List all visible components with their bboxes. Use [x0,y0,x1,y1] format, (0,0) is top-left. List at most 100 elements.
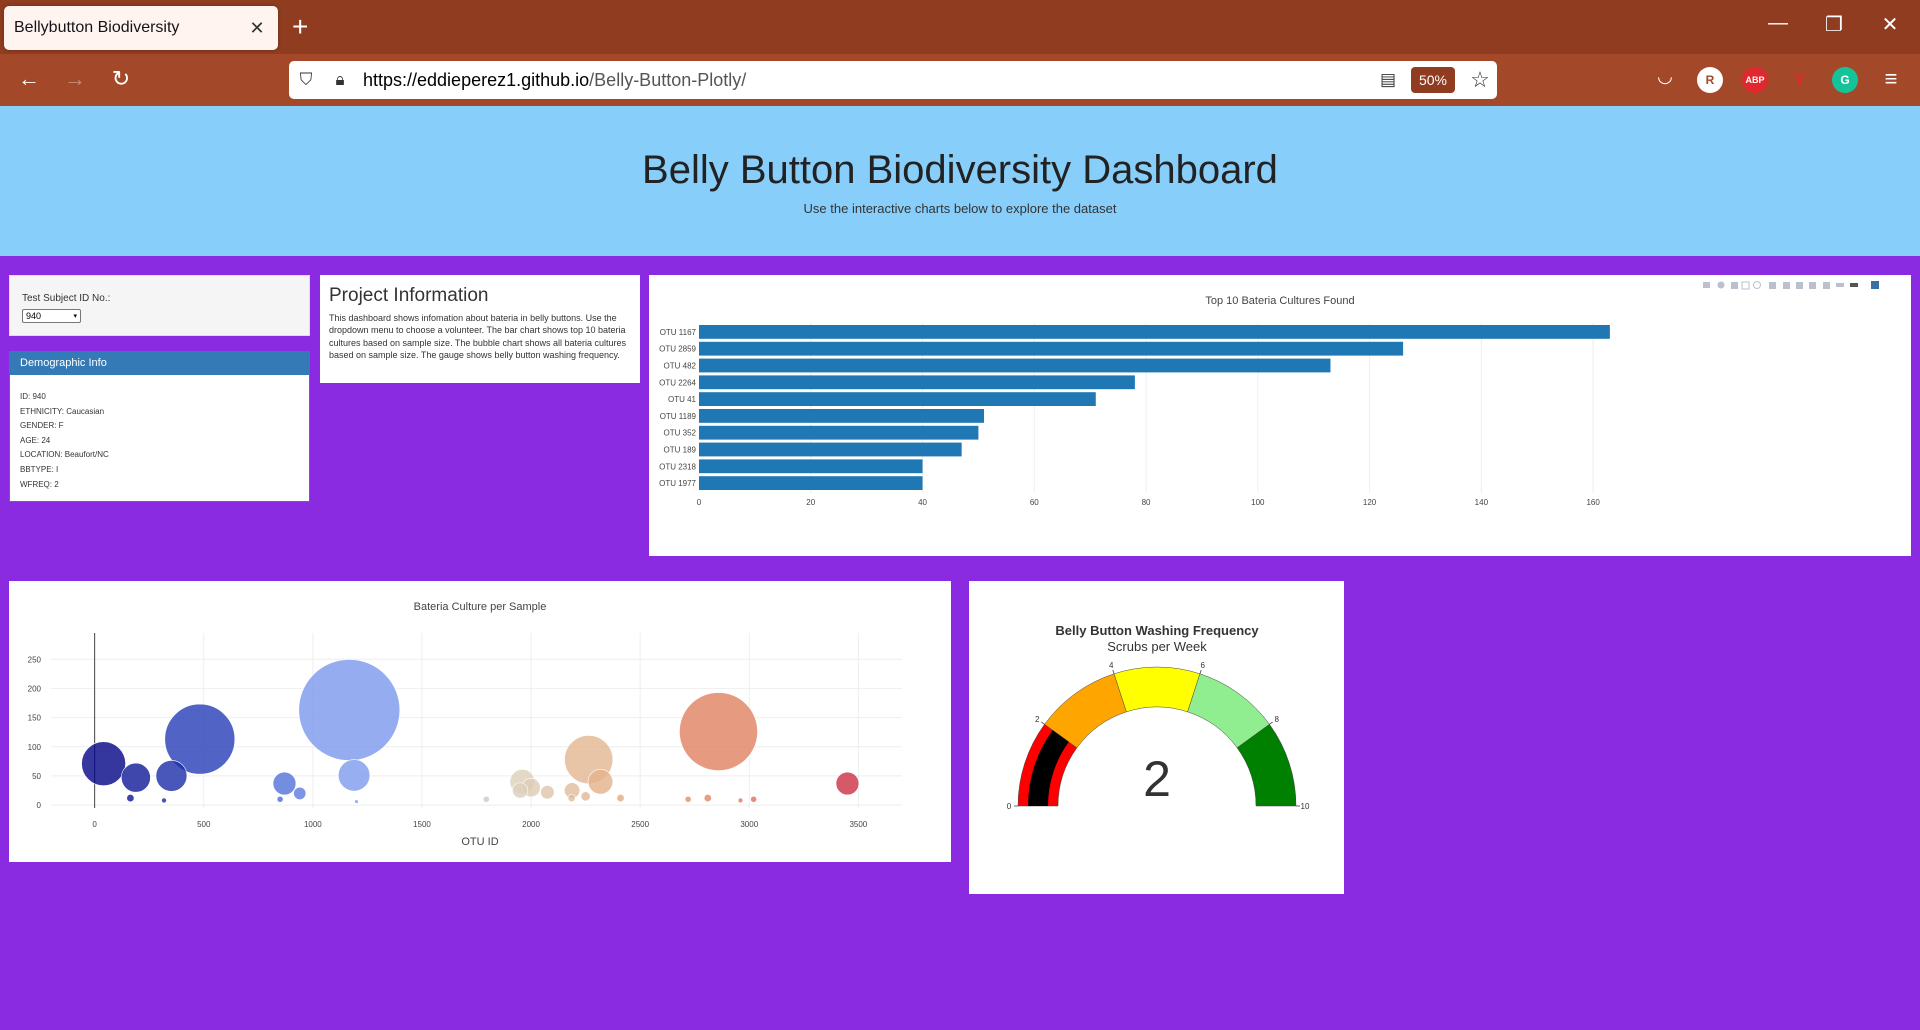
demo-line: ETHNICITY: Caucasian [20,406,105,416]
gauge-tick-label: 0 [1007,802,1012,811]
zoom-level-badge[interactable]: 50% [1410,67,1455,93]
bubble-point[interactable] [703,794,712,803]
url-input[interactable]: https://eddieperez1.github.io/Belly-Butt… [363,70,1373,91]
demographic-heading: Demographic Info [10,352,309,375]
bubble-point[interactable] [298,659,401,761]
modebar [1703,281,1879,290]
extension-r-icon[interactable]: R [1697,67,1723,93]
bubble-point[interactable] [750,795,758,803]
pan-icon[interactable] [1731,282,1738,289]
bubble-point[interactable] [482,795,490,803]
bubble-point[interactable] [580,791,591,802]
bar-mark[interactable] [699,459,923,474]
bubble-point[interactable] [684,795,692,803]
spike-lines-icon[interactable] [1823,282,1830,289]
bubble-point[interactable] [155,760,188,792]
reset-axes-icon[interactable] [1809,282,1816,289]
bubble-point[interactable] [512,782,529,799]
menu-hamburger-icon[interactable]: ≡ [1876,66,1906,92]
bar-mark[interactable] [699,476,923,490]
camera-icon[interactable] [1703,282,1710,288]
gauge-tick-label: 8 [1275,715,1280,724]
zoom-icon[interactable] [1717,281,1725,289]
minimize-icon[interactable]: — [1758,12,1798,35]
reload-icon[interactable]: ↻ [106,66,136,92]
bar-x-tick-label: 160 [1586,498,1600,507]
demographic-info-panel: Demographic Info ID: 940 ETHNICITY: Cauc… [9,351,310,502]
bar-mark[interactable] [699,375,1135,390]
pocket-icon[interactable]: ◡ [1650,66,1680,87]
subject-id-value: 940 [26,311,42,321]
lock-icon[interactable]: 🔒︎ [323,70,357,90]
bubble-point[interactable] [737,797,744,804]
bar-mark[interactable] [699,425,979,440]
bubble-marks [81,659,860,804]
bubble-x-tick-label: 0 [92,820,97,829]
bubble-point[interactable] [337,759,371,792]
bubble-x-tick-label: 500 [197,820,211,829]
bubble-point[interactable] [540,785,555,800]
bubble-point[interactable] [161,797,167,804]
gauge-tick [1041,721,1045,725]
bookmark-star-icon[interactable]: ☆ [1463,67,1497,93]
gauge-tick [1199,669,1202,674]
bar-mark[interactable] [699,325,1610,339]
bubble-y-tick-label: 0 [37,801,42,810]
zoom-out-icon[interactable] [1783,282,1790,289]
bar-x-tick-label: 40 [918,498,927,507]
bar-mark[interactable] [699,341,1404,356]
back-arrow-icon[interactable]: ← [14,66,44,92]
tab-close-icon[interactable]: ✕ [246,18,268,39]
bar-y-tick-label: OTU 2264 [659,378,696,387]
bubble-chart-panel: Bateria Culture per Sample 0 50 100 150 200 2… [9,581,951,862]
bubble-point[interactable] [276,795,284,803]
url-host: https://eddieperez1.github.io [363,69,590,90]
bubble-x-tick-label: 3500 [849,820,867,829]
bar-chart-title: Top 10 Bateria Cultures Found [1205,295,1354,307]
reader-view-icon[interactable]: ▤ [1373,70,1403,90]
bubble-point[interactable] [835,771,860,796]
bar-x-tick-label: 0 [697,498,702,507]
bubble-point[interactable] [587,769,614,795]
bar-mark[interactable] [699,392,1096,406]
shield-icon[interactable]: ⛉ [289,70,323,90]
hover-closest-icon[interactable] [1836,283,1844,287]
box-select-icon[interactable] [1741,281,1750,290]
zoom-in-icon[interactable] [1769,282,1776,289]
bubble-point[interactable] [81,741,126,786]
demo-line: BBTYPE: I [20,464,59,474]
subject-id-dropdown[interactable]: 940 ▾ [22,309,81,323]
bubble-point[interactable] [272,771,297,796]
browser-tab[interactable]: Bellybutton Biodiversity ✕ [4,6,278,50]
forward-arrow-icon[interactable]: → [60,66,90,92]
bubble-y-ticks: 0 50 100 150 200 250 [28,655,42,810]
gauge-title: Belly Button Washing Frequency [1055,623,1259,638]
extension-t-icon[interactable]: T [1787,67,1813,93]
grammarly-icon[interactable]: G [1832,67,1858,93]
bar-mark[interactable] [699,442,962,457]
bubble-point[interactable] [567,794,576,803]
bar-mark[interactable] [699,358,1331,373]
hover-compare-icon[interactable] [1850,283,1858,287]
bubble-point[interactable] [126,794,135,803]
bubble-point[interactable] [616,794,625,803]
lasso-icon[interactable] [1753,281,1761,289]
bubble-point[interactable] [354,799,359,804]
adblock-plus-icon[interactable]: ABP [1742,67,1768,93]
bubble-point[interactable] [121,762,151,793]
restore-icon[interactable]: ❐ [1814,12,1854,37]
bar-mark[interactable] [699,409,984,423]
address-bar[interactable]: ⛉ 🔒︎ https://eddieperez1.github.io/Belly… [289,61,1497,99]
plotly-logo-icon[interactable] [1871,281,1879,289]
bar-x-tick-label: 80 [1142,498,1151,507]
bubble-point[interactable] [293,786,307,800]
demo-line: ID: 940 [20,392,46,401]
close-window-icon[interactable]: ✕ [1870,12,1910,37]
gauge-chart: Belly Button Washing Frequency Scrubs pe… [1007,623,1310,811]
project-info-title: Project Information [329,285,489,306]
bubble-chart: Bateria Culture per Sample 0 50 100 150 200 2… [28,601,902,848]
autoscale-icon[interactable] [1796,282,1803,289]
bubble-point[interactable] [679,692,758,771]
new-tab-icon[interactable]: + [292,12,308,42]
bar-x-tick-label: 20 [806,498,815,507]
